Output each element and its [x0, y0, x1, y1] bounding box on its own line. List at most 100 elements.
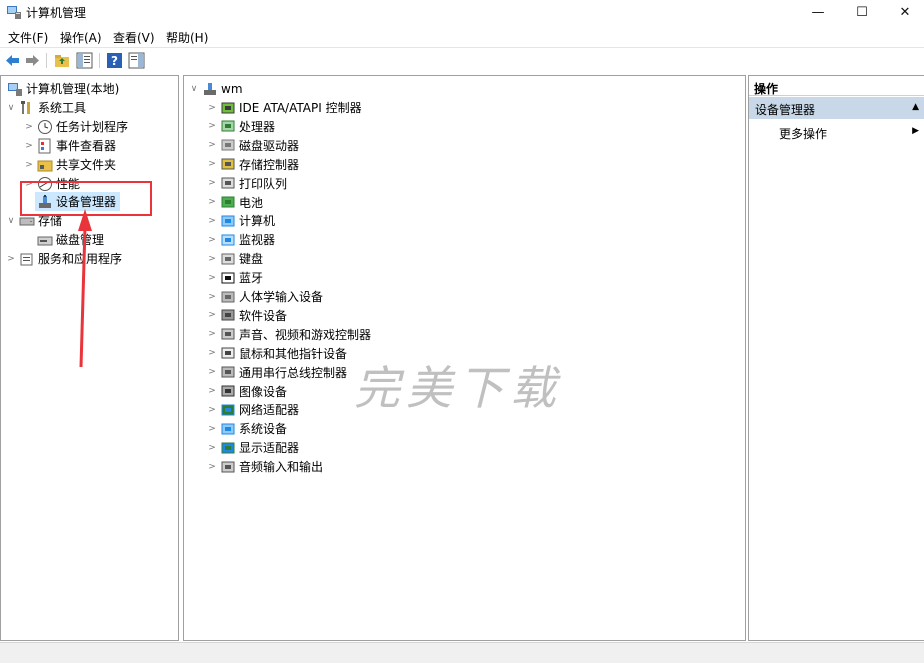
device-category-label: 图像设备 — [239, 384, 288, 399]
device-category-item[interactable]: > 打印队列 — [206, 174, 287, 193]
device-root-label: wm — [221, 81, 243, 96]
toolbar-separator — [46, 53, 47, 68]
back-arrow-icon[interactable] — [4, 52, 21, 69]
show-hide-tree-icon[interactable] — [76, 52, 93, 69]
chevron-right-icon[interactable]: > — [206, 273, 218, 283]
device-category-item[interactable]: > IDE ATA/ATAPI 控制器 — [206, 98, 361, 117]
device-category-item[interactable]: > 键盘 — [206, 249, 263, 268]
device-category-item[interactable]: > 处理器 — [206, 117, 275, 136]
menu-view[interactable]: 查看(V) — [113, 29, 155, 46]
tree-item-task-scheduler[interactable]: > 任务计划程序 — [23, 117, 128, 136]
menu-help[interactable]: 帮助(H) — [166, 29, 208, 46]
device-root[interactable]: ∨ wm — [188, 79, 243, 98]
forward-arrow-icon[interactable] — [24, 52, 41, 69]
chevron-down-icon[interactable]: ∨ — [188, 84, 200, 94]
annotation-arrow-icon — [78, 209, 92, 368]
device-category-label: 通用串行总线控制器 — [239, 365, 348, 380]
tree-label: 系统工具 — [38, 101, 87, 115]
chevron-right-icon[interactable]: > — [206, 424, 218, 434]
display-adapter-icon — [221, 442, 235, 454]
device-category-item[interactable]: > 软件设备 — [206, 306, 287, 325]
chevron-right-icon[interactable]: > — [206, 405, 218, 415]
tree-item-system-tools[interactable]: ∨ 系统工具 — [5, 98, 86, 117]
chevron-right-icon[interactable]: > — [206, 386, 218, 396]
device-category-label: 磁盘驱动器 — [239, 138, 300, 153]
chevron-right-icon[interactable]: > — [206, 367, 218, 377]
device-category-item[interactable]: > 计算机 — [206, 211, 275, 230]
chevron-right-icon[interactable]: > — [206, 348, 218, 358]
chevron-right-icon[interactable]: > — [206, 254, 218, 264]
maximize-button[interactable]: ☐ — [839, 0, 885, 24]
printer-icon — [221, 177, 235, 189]
tree-item-root[interactable]: 计算机管理(本地) — [5, 79, 119, 98]
device-category-item[interactable]: > 存储控制器 — [206, 155, 299, 174]
chevron-right-icon[interactable]: > — [206, 292, 218, 302]
minimize-button[interactable]: — — [795, 0, 841, 24]
chevron-right-icon[interactable]: > — [206, 197, 218, 207]
chevron-right-icon[interactable]: > — [206, 216, 218, 226]
bluetooth-icon — [221, 272, 235, 284]
chevron-right-icon[interactable]: > — [206, 310, 218, 320]
toolbar: ? — [0, 47, 924, 73]
device-category-item[interactable]: > 蓝牙 — [206, 268, 263, 287]
device-category-item[interactable]: > 系统设备 — [206, 419, 287, 438]
show-action-pane-icon[interactable] — [128, 52, 145, 69]
chevron-right-icon[interactable]: > — [206, 329, 218, 339]
more-actions-item[interactable]: 更多操作 ▶ — [749, 122, 924, 142]
device-category-item[interactable]: > 图像设备 — [206, 382, 287, 401]
title-bar: 计算机管理 — ☐ ✕ — [0, 0, 924, 24]
processor-icon — [221, 120, 235, 132]
system-device-icon — [221, 423, 235, 435]
audio-io-icon — [221, 461, 235, 473]
device-category-item[interactable]: > 网络适配器 — [206, 400, 299, 419]
device-category-item[interactable]: > 监视器 — [206, 230, 275, 249]
tree-item-services-apps[interactable]: > 服务和应用程序 — [5, 249, 122, 268]
close-button[interactable]: ✕ — [882, 0, 924, 24]
chevron-right-icon[interactable]: > — [206, 178, 218, 188]
device-category-label: 打印队列 — [239, 176, 288, 191]
event-viewer-icon — [38, 138, 51, 153]
chevron-right-icon[interactable]: > — [206, 103, 218, 113]
chevron-right-icon[interactable]: > — [206, 140, 218, 150]
device-category-item[interactable]: > 显示适配器 — [206, 438, 299, 457]
device-category-label: 网络适配器 — [239, 403, 300, 418]
actions-section-device-manager[interactable]: 设备管理器 ▲ — [749, 97, 924, 119]
chevron-right-icon[interactable]: > — [206, 443, 218, 453]
shared-folder-icon — [37, 160, 53, 171]
chevron-right-icon[interactable]: > — [23, 160, 35, 170]
chevron-down-icon[interactable]: ∨ — [5, 216, 17, 226]
tree-label: 共享文件夹 — [56, 158, 117, 172]
menu-action[interactable]: 操作(A) — [60, 29, 102, 46]
device-category-label: 计算机 — [239, 214, 276, 229]
computer-management-icon — [7, 6, 21, 19]
chevron-down-icon[interactable]: ∨ — [5, 103, 17, 113]
device-category-item[interactable]: > 人体学输入设备 — [206, 287, 323, 306]
device-category-item[interactable]: > 音频输入和输出 — [206, 457, 323, 476]
device-category-item[interactable]: > 通用串行总线控制器 — [206, 363, 347, 382]
chevron-right-icon[interactable]: > — [5, 254, 17, 264]
up-folder-icon[interactable] — [54, 52, 71, 69]
tree-item-shared-folders[interactable]: > 共享文件夹 — [23, 155, 116, 174]
chevron-right-icon[interactable]: > — [206, 235, 218, 245]
tree-item-event-viewer[interactable]: > 事件查看器 — [23, 136, 116, 155]
chevron-right-icon[interactable]: > — [206, 159, 218, 169]
disk-drive-icon — [221, 139, 235, 151]
actions-header: 操作 — [749, 76, 924, 96]
chevron-right-icon[interactable]: > — [206, 462, 218, 472]
collapse-triangle-icon[interactable]: ▲ — [912, 102, 919, 112]
help-icon[interactable]: ? — [106, 52, 123, 69]
device-category-item[interactable]: > 鼠标和其他指针设备 — [206, 344, 347, 363]
device-category-item[interactable]: > 磁盘驱动器 — [206, 136, 299, 155]
chevron-right-icon[interactable]: > — [23, 141, 35, 151]
clock-icon — [38, 119, 52, 134]
device-category-label: 存储控制器 — [239, 157, 300, 172]
submenu-triangle-icon: ▶ — [912, 126, 919, 136]
chevron-right-icon[interactable]: > — [206, 121, 218, 131]
battery-icon — [221, 196, 235, 208]
device-category-item[interactable]: > 声音、视频和游戏控制器 — [206, 325, 371, 344]
network-adapter-icon — [221, 404, 235, 416]
chevron-right-icon[interactable]: > — [23, 122, 35, 132]
toolbar-separator — [99, 53, 100, 68]
menu-file[interactable]: 文件(F) — [8, 29, 48, 46]
device-category-item[interactable]: > 电池 — [206, 193, 263, 212]
